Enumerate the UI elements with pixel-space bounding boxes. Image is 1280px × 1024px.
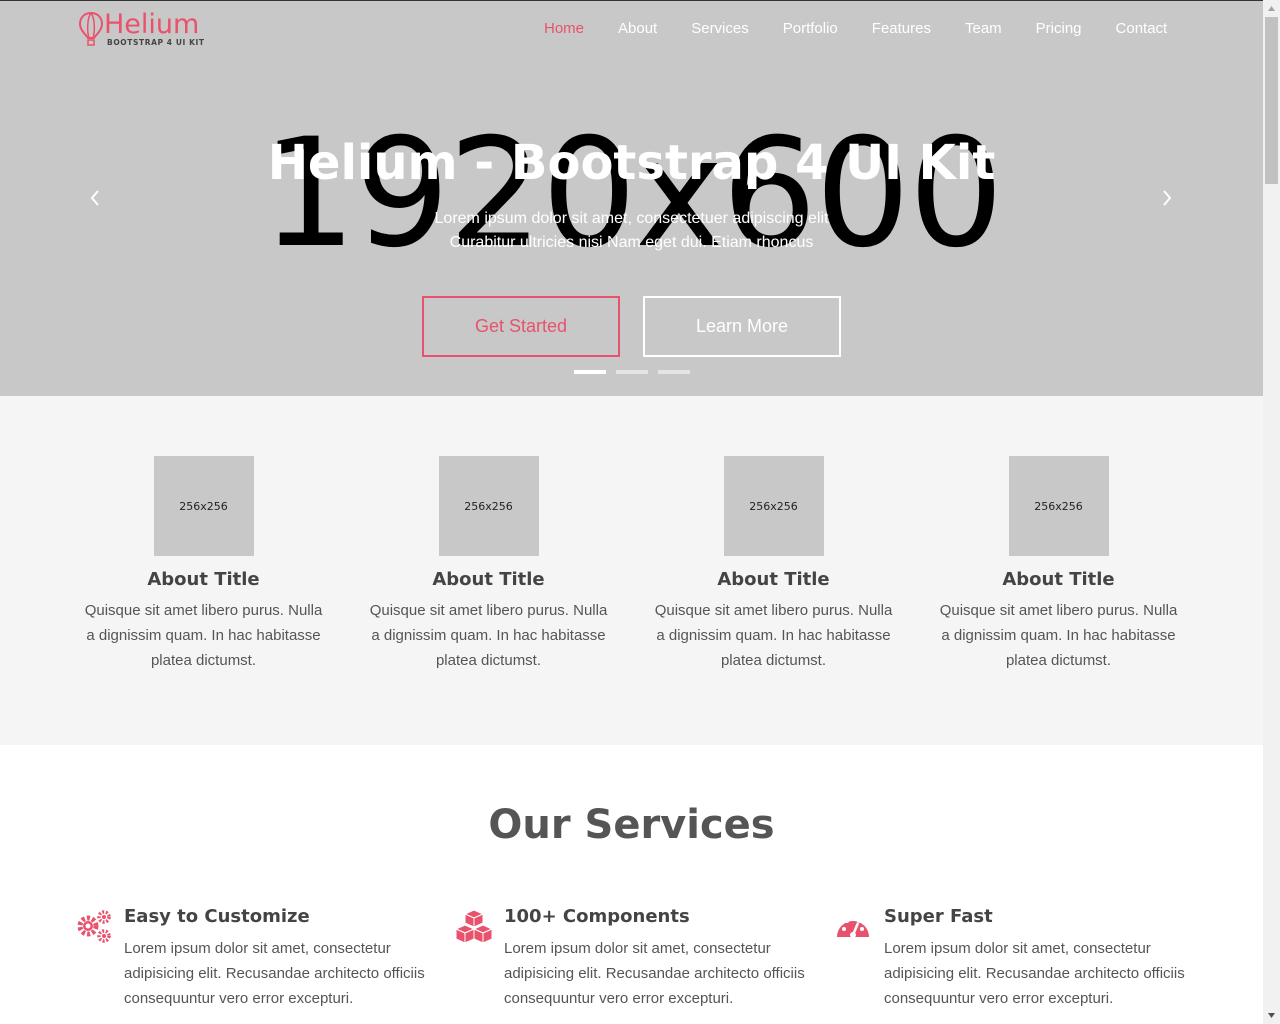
carousel-indicator-1[interactable] <box>574 370 606 374</box>
image-size-label: 256x256 <box>1034 499 1083 513</box>
service-title: Easy to Customize <box>124 906 310 927</box>
nav-item-services[interactable]: Services <box>691 19 749 39</box>
service-text: Lorem ipsum dolor sit amet, consectetur … <box>124 940 425 1007</box>
about-card-text: Quisque sit amet libero purus. Nulla a d… <box>369 602 608 669</box>
gears-icon <box>77 910 111 943</box>
about-card-text: Quisque sit amet libero purus. Nulla a d… <box>84 602 323 669</box>
brand-tagline: BOOTSTRAP 4 UI KIT <box>107 38 205 47</box>
carousel-next-button[interactable] <box>1155 185 1179 211</box>
caret-down-icon <box>1268 1013 1275 1018</box>
service-text: Lorem ipsum dolor sit amet, consectetur … <box>504 940 805 1007</box>
about-card: 256x256 About Title Quisque sit amet lib… <box>346 456 631 673</box>
image-size-label: 256x256 <box>179 499 228 513</box>
service-text: Lorem ipsum dolor sit amet, consectetur … <box>884 940 1185 1007</box>
cubes-icon <box>455 909 493 944</box>
about-card-image: 256x256 <box>438 456 539 556</box>
navbar: Helium BOOTSTRAP 4 UI KIT Home About Ser… <box>0 1 1263 57</box>
nav-item-about[interactable]: About <box>618 19 657 39</box>
hero-subtitle: Lorem ipsum dolor sit amet, consectetuer… <box>0 207 1263 255</box>
scroll-down-button[interactable] <box>1263 1007 1280 1024</box>
caret-up-icon <box>1268 6 1275 11</box>
hot-air-balloon-icon <box>78 11 104 46</box>
get-started-button[interactable]: Get Started <box>422 296 620 357</box>
about-card: 256x256 About Title Quisque sit amet lib… <box>61 456 346 673</box>
scrollbar-thumb[interactable] <box>1265 17 1278 184</box>
about-card-image: 256x256 <box>723 456 824 556</box>
hero-carousel: 1920x600 Helium - Bootstrap 4 UI Kit Lor… <box>0 1 1263 396</box>
window-top-border <box>0 0 1280 1</box>
speedometer-icon <box>837 916 869 938</box>
about-card-image: 256x256 <box>1008 456 1109 556</box>
chevron-left-icon <box>90 190 99 206</box>
scroll-up-button[interactable] <box>1263 0 1280 17</box>
nav-item-portfolio[interactable]: Portfolio <box>783 19 838 39</box>
brand-name: Helium <box>104 9 200 40</box>
about-card-image: 256x256 <box>153 456 254 556</box>
about-card: 256x256 About Title Quisque sit amet lib… <box>916 456 1201 673</box>
about-card: 256x256 About Title Quisque sit amet lib… <box>631 456 916 673</box>
carousel-indicator-3[interactable] <box>658 370 690 374</box>
services-heading: Our Services <box>488 802 775 848</box>
page: 1920x600 Helium - Bootstrap 4 UI Kit Lor… <box>0 0 1263 1024</box>
hero-title: Helium - Bootstrap 4 UI Kit <box>267 135 996 191</box>
service-title: Super Fast <box>884 906 993 927</box>
vertical-scrollbar[interactable] <box>1263 0 1280 1024</box>
about-card-title: About Title <box>717 569 830 590</box>
about-card-text: Quisque sit amet libero purus. Nulla a d… <box>939 602 1178 669</box>
chevron-right-icon <box>1163 190 1172 206</box>
hero-subtitle-line-1: Lorem ipsum dolor sit amet, consectetuer… <box>434 210 829 227</box>
carousel-indicators <box>574 370 690 374</box>
nav-item-home[interactable]: Home <box>544 19 584 39</box>
nav-item-pricing[interactable]: Pricing <box>1036 19 1082 39</box>
about-card-text: Quisque sit amet libero purus. Nulla a d… <box>654 602 893 669</box>
services-section: Our Services Easy to Customize Lorem ips… <box>0 745 1263 1024</box>
carousel-prev-button[interactable] <box>83 185 107 211</box>
service-title: 100+ Components <box>504 906 690 927</box>
image-size-label: 256x256 <box>464 499 513 513</box>
nav-menu: Home About Services Portfolio Features T… <box>544 19 1201 39</box>
nav-item-features[interactable]: Features <box>872 19 931 39</box>
hero-subtitle-line-2: Curabitur ultricies nisi Nam eget dui. E… <box>449 234 814 251</box>
about-card-title: About Title <box>1002 569 1115 590</box>
about-card-title: About Title <box>147 569 260 590</box>
about-section: 256x256 About Title Quisque sit amet lib… <box>0 396 1263 745</box>
nav-item-team[interactable]: Team <box>965 19 1002 39</box>
about-card-title: About Title <box>432 569 545 590</box>
image-size-label: 256x256 <box>749 499 798 513</box>
learn-more-button[interactable]: Learn More <box>643 296 841 357</box>
brand-logo[interactable]: Helium BOOTSTRAP 4 UI KIT <box>78 9 208 49</box>
nav-item-contact[interactable]: Contact <box>1116 19 1168 39</box>
carousel-indicator-2[interactable] <box>616 370 648 374</box>
